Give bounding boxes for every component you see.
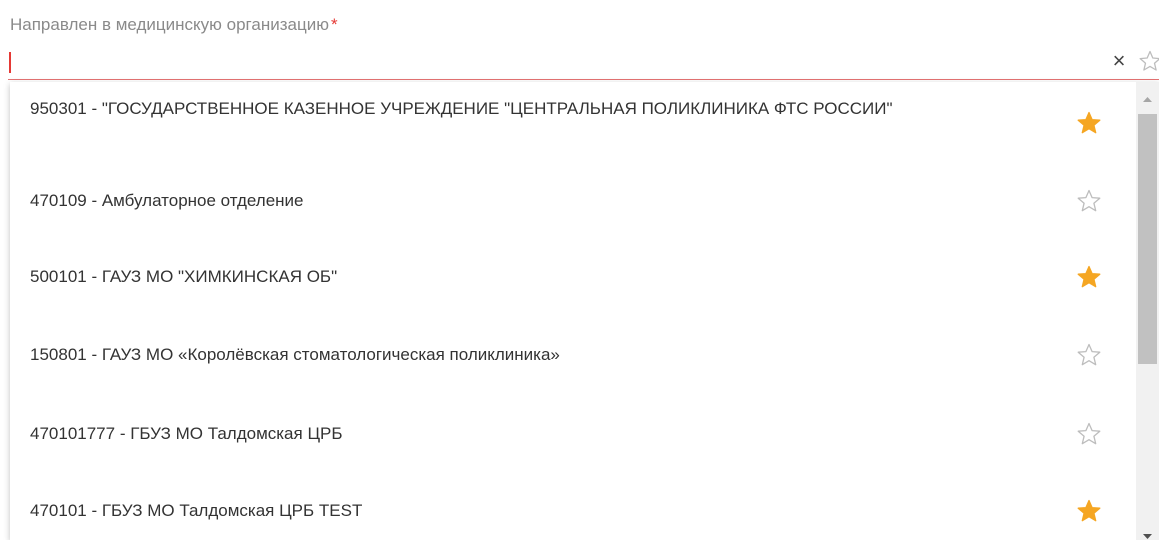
- scroll-down-arrow-icon[interactable]: [1136, 527, 1159, 540]
- clear-icon[interactable]: ×: [1108, 47, 1130, 75]
- option-label: 150801 - ГАУЗ МО «Королёвская стоматолог…: [30, 345, 560, 364]
- option-item[interactable]: 500101 - ГАУЗ МО "ХИМКИНСКАЯ ОБ": [10, 239, 1136, 317]
- scrollbar[interactable]: [1136, 82, 1159, 540]
- favorite-star-icon[interactable]: [1076, 188, 1102, 214]
- favorite-star-icon[interactable]: [1076, 498, 1102, 524]
- favorite-star-icon[interactable]: [1138, 49, 1159, 73]
- option-label: 470101777 - ГБУЗ МО Талдомская ЦРБ: [30, 424, 343, 443]
- select-input-row: ×: [0, 44, 1159, 80]
- options-list: 950301 - "ГОСУДАРСТВЕННОЕ КАЗЕННОЕ УЧРЕЖ…: [10, 82, 1136, 540]
- option-item[interactable]: 470109 - Амбулаторное отделение: [10, 165, 1136, 239]
- scrollbar-thumb[interactable]: [1138, 114, 1157, 364]
- org-search-input[interactable]: [8, 44, 1088, 78]
- option-label: 950301 - "ГОСУДАРСТВЕННОЕ КАЗЕННОЕ УЧРЕЖ…: [30, 99, 893, 118]
- favorite-star-icon[interactable]: [1076, 264, 1102, 290]
- option-item[interactable]: 950301 - "ГОСУДАРСТВЕННОЕ КАЗЕННОЕ УЧРЕЖ…: [10, 82, 1136, 165]
- text-caret: [9, 52, 11, 73]
- option-label: 470109 - Амбулаторное отделение: [30, 191, 304, 210]
- favorite-star-icon[interactable]: [1076, 342, 1102, 368]
- favorite-star-icon[interactable]: [1076, 421, 1102, 447]
- field-label-text: Направлен в медицинскую организацию: [10, 15, 329, 34]
- input-underline: [8, 79, 1159, 80]
- option-item[interactable]: 150801 - ГАУЗ МО «Королёвская стоматолог…: [10, 317, 1136, 395]
- required-mark: *: [330, 15, 338, 34]
- option-label: 470101 - ГБУЗ МО Талдомская ЦРБ TEST: [30, 501, 363, 520]
- option-label: 500101 - ГАУЗ МО "ХИМКИНСКАЯ ОБ": [30, 267, 338, 286]
- referral-org-select: Направлен в медицинскую организацию * × 9…: [0, 0, 1159, 540]
- option-item[interactable]: 470101777 - ГБУЗ МО Талдомская ЦРБ: [10, 395, 1136, 473]
- dropdown-panel: 950301 - "ГОСУДАРСТВЕННОЕ КАЗЕННОЕ УЧРЕЖ…: [10, 82, 1159, 540]
- favorite-star-icon[interactable]: [1076, 110, 1102, 136]
- field-label: Направлен в медицинскую организацию *: [10, 15, 338, 35]
- option-item[interactable]: 470101 - ГБУЗ МО Талдомская ЦРБ TEST: [10, 473, 1136, 540]
- scroll-up-arrow-icon[interactable]: [1136, 90, 1159, 110]
